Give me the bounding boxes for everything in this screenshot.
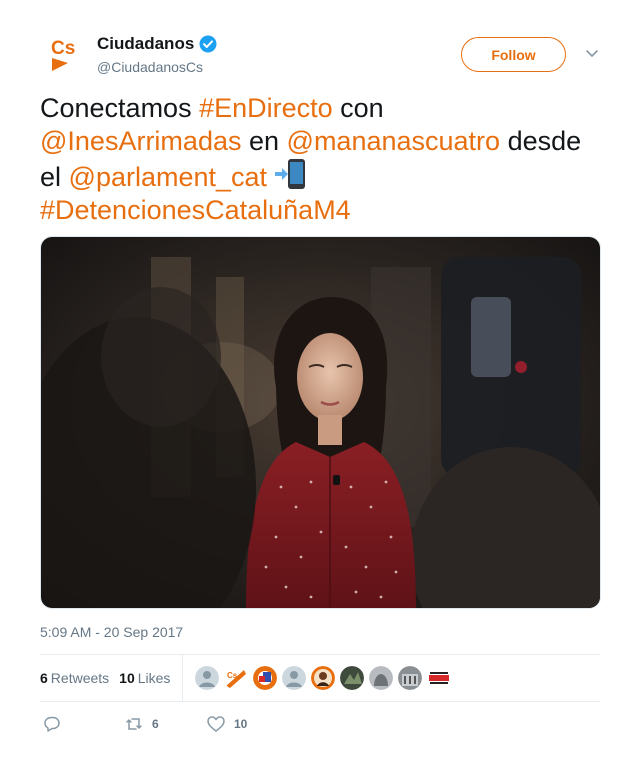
retweets-label: Retweets <box>50 670 110 686</box>
reply-button[interactable] <box>42 714 124 734</box>
liker-avatar[interactable] <box>311 666 336 690</box>
tweet-actions: 6 10 <box>40 712 600 736</box>
tweet-photo[interactable] <box>40 236 601 609</box>
retweet-icon <box>124 714 144 734</box>
cs-logo-icon: Cs <box>40 30 88 78</box>
tweet-stats: 6 Retweets 10 Likes Cs <box>40 655 600 701</box>
likes-label: Likes <box>137 670 171 686</box>
tweet-text-segment: Conectamos <box>40 93 200 123</box>
retweet-button[interactable]: 6 <box>124 714 206 734</box>
retweet-count: 6 <box>152 717 159 731</box>
liker-avatar[interactable] <box>195 666 220 690</box>
stats-separator <box>182 655 184 701</box>
likes-stat[interactable]: 10 Likes <box>119 670 170 686</box>
liker-avatar[interactable] <box>282 666 307 690</box>
liker-avatar[interactable] <box>427 666 452 690</box>
hashtag-detenciones-link[interactable]: #DetencionesCataluñaM4 <box>40 195 351 225</box>
mobile-phone-arrow-emoji-icon <box>273 158 307 190</box>
mention-parlament-cat-link[interactable]: @parlament_cat <box>69 162 268 192</box>
tweet-text-segment: con <box>332 93 384 123</box>
likes-count: 10 <box>119 670 135 686</box>
tweet-text-segment: en <box>241 126 287 156</box>
heart-icon <box>206 714 226 734</box>
follow-button[interactable]: Follow <box>461 37 566 72</box>
svg-text:Cs: Cs <box>51 38 75 59</box>
divider <box>40 701 600 702</box>
liker-avatar[interactable] <box>340 666 365 690</box>
retweets-stat[interactable]: 6 Retweets <box>40 670 109 686</box>
interview-photo-image <box>41 237 600 608</box>
tweet-timestamp[interactable]: 5:09 AM - 20 Sep 2017 <box>40 624 183 640</box>
author-handle[interactable]: @CiudadanosCs <box>97 59 203 75</box>
like-count: 10 <box>234 717 248 731</box>
mention-mananascuatro-link[interactable]: @mananascuatro <box>287 126 501 156</box>
verified-badge-icon <box>199 35 217 53</box>
tweet-text: Conectamos #EnDirecto con @InesArrimadas… <box>40 92 605 227</box>
liker-avatar[interactable] <box>369 666 394 690</box>
svg-text:Cs: Cs <box>227 671 238 680</box>
author-display-name[interactable]: Ciudadanos <box>97 34 194 54</box>
likers-avatars: Cs <box>195 666 456 690</box>
hashtag-endirecto-link[interactable]: #EnDirecto <box>199 93 333 123</box>
liker-avatar[interactable] <box>398 666 423 690</box>
tweet-header: Cs Ciudadanos @CiudadanosCs Follow <box>40 30 600 80</box>
reply-icon <box>42 714 62 734</box>
mention-inesarrimadas-link[interactable]: @InesArrimadas <box>40 126 241 156</box>
author-avatar[interactable]: Cs <box>40 30 88 78</box>
like-button[interactable]: 10 <box>206 714 288 734</box>
author-name-row: Ciudadanos <box>97 34 217 54</box>
liker-avatar[interactable] <box>253 666 278 690</box>
chevron-down-icon[interactable] <box>585 46 599 60</box>
liker-avatar[interactable]: Cs <box>224 666 249 690</box>
retweets-count: 6 <box>40 670 48 686</box>
